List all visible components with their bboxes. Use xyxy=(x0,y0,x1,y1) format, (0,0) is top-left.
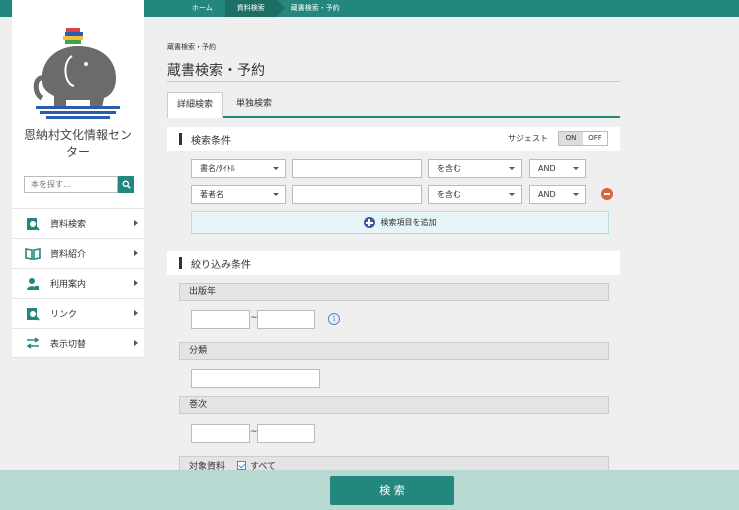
swap-arrows-icon xyxy=(24,336,42,350)
class-input[interactable] xyxy=(191,369,320,388)
sidebar-search-input[interactable] xyxy=(24,176,118,193)
operator-select-1[interactable]: AND xyxy=(529,159,586,178)
tab-bar: 詳細検索 単独検索 xyxy=(167,92,620,118)
year-to-input[interactable] xyxy=(257,310,315,329)
chevron-right-icon xyxy=(134,220,138,226)
add-condition-label: 検索項目を追加 xyxy=(380,218,437,227)
search-icon xyxy=(122,180,131,189)
book-search-icon xyxy=(24,217,42,231)
suggest-toggle[interactable]: ON OFF xyxy=(558,131,608,146)
toggle-on[interactable]: ON xyxy=(559,132,583,145)
sidebar: 恩納村文化情報センター 資料検索 資料紹介 利用案内 リンク 表示切替 xyxy=(12,0,144,358)
field-select-1[interactable]: 書名/ﾀｲﾄﾙ xyxy=(191,159,286,178)
volume-from-input[interactable] xyxy=(191,424,250,443)
plus-circle-icon xyxy=(363,217,375,228)
target-all-checkbox[interactable] xyxy=(237,460,247,470)
sidebar-item-label: 表示切替 xyxy=(50,339,87,350)
volume-label: 巻次 xyxy=(179,396,609,414)
person-icon xyxy=(24,277,42,291)
filters-header: 絞り込み条件 xyxy=(167,251,620,275)
filters-heading: 絞り込み条件 xyxy=(191,260,251,271)
sidebar-item-label: リンク xyxy=(50,310,78,320)
sidebar-item-label: 利用案内 xyxy=(50,280,87,290)
chevron-right-icon xyxy=(134,280,138,286)
section-bar xyxy=(179,133,182,145)
sidebar-item-links[interactable]: リンク xyxy=(12,298,144,328)
match-select-2[interactable]: を含む xyxy=(428,185,522,204)
field-select-2[interactable]: 著者名 xyxy=(191,185,286,204)
breadcrumb-search[interactable]: 資料検索 xyxy=(224,0,285,17)
condition-input-1[interactable] xyxy=(292,159,422,178)
sidebar-item-label: 資料紹介 xyxy=(50,250,87,260)
toggle-off[interactable]: OFF xyxy=(583,132,607,145)
sidebar-item-intro[interactable]: 資料紹介 xyxy=(12,238,144,268)
breadcrumb: ホーム 資料検索 蔵書検索・予約 xyxy=(180,0,352,17)
tab-detail-search[interactable]: 詳細検索 xyxy=(167,92,224,118)
title-divider xyxy=(167,81,620,82)
conditions-header: 検索条件 サジェスト ON OFF xyxy=(167,127,620,151)
elephant-logo xyxy=(33,28,120,119)
operator-select-2[interactable]: AND xyxy=(529,185,586,204)
page-title: 蔵書検索・予約 xyxy=(167,63,265,79)
info-icon[interactable]: i xyxy=(328,313,340,325)
breadcrumb-current: 蔵書検索・予約 xyxy=(290,4,340,12)
sidebar-item-guide[interactable]: 利用案内 xyxy=(12,268,144,298)
section-bar xyxy=(179,257,182,269)
add-condition-button[interactable]: 検索項目を追加 xyxy=(191,211,609,234)
sidebar-item-label: 資料検索 xyxy=(50,220,87,230)
org-name: 恩納村文化情報センター xyxy=(23,128,132,159)
conditions-heading: 検索条件 xyxy=(191,136,231,147)
link-search-icon xyxy=(24,307,42,321)
sidebar-item-display[interactable]: 表示切替 xyxy=(12,328,144,358)
tab-single-search[interactable]: 単独検索 xyxy=(227,92,281,118)
open-book-icon xyxy=(24,247,42,261)
year-from-input[interactable] xyxy=(191,310,250,329)
breadcrumb-home[interactable]: ホーム xyxy=(180,0,225,17)
year-label: 出版年 xyxy=(179,283,609,301)
condition-input-2[interactable] xyxy=(292,185,422,204)
suggest-label: サジェスト xyxy=(508,134,548,143)
chevron-right-icon xyxy=(134,340,138,346)
chevron-right-icon xyxy=(134,250,138,256)
match-select-1[interactable]: を含む xyxy=(428,159,522,178)
page-subtitle: 蔵書検索・予約 xyxy=(167,43,216,51)
search-submit-button[interactable]: 検 索 xyxy=(330,476,454,505)
class-label: 分類 xyxy=(179,342,609,360)
sidebar-menu: 資料検索 資料紹介 利用案内 リンク 表示切替 xyxy=(12,208,144,358)
remove-row-button[interactable] xyxy=(601,188,613,200)
sidebar-item-search[interactable]: 資料検索 xyxy=(12,208,144,238)
chevron-right-icon xyxy=(134,310,138,316)
volume-to-input[interactable] xyxy=(257,424,315,443)
sidebar-search-button[interactable] xyxy=(118,176,134,193)
